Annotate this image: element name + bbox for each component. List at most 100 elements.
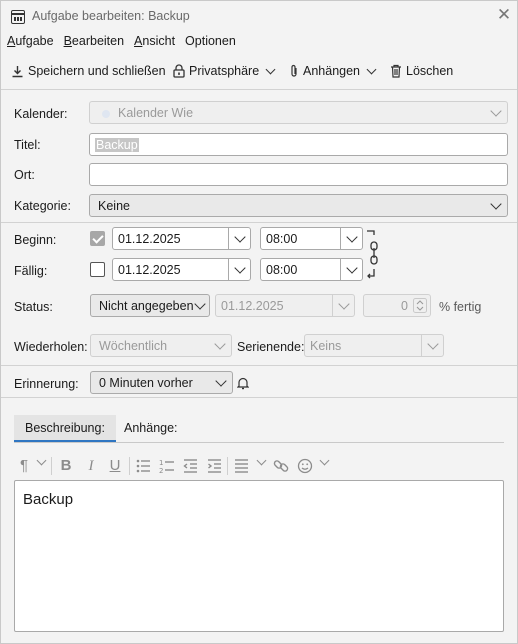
start-label: Beginn: bbox=[14, 233, 57, 247]
spinner-arrows-icon bbox=[413, 298, 427, 313]
tab-description[interactable]: Beschreibung: bbox=[14, 415, 116, 442]
repeat-label: Wiederholen: bbox=[14, 340, 88, 354]
menu-aufgabe[interactable]: Aufgabe bbox=[7, 34, 54, 52]
chevron-down-icon bbox=[421, 335, 443, 356]
paperclip-icon bbox=[291, 64, 297, 77]
title-value: Backup bbox=[95, 138, 139, 152]
menu-ansicht[interactable]: Ansicht bbox=[134, 34, 175, 52]
percent-complete-value: 0 bbox=[401, 299, 408, 313]
series-end-value: Keins bbox=[310, 339, 342, 353]
start-date-field[interactable]: 01.12.2025 bbox=[112, 227, 251, 250]
percent-complete-field: 0 bbox=[363, 294, 431, 317]
start-time-value: 08:00 bbox=[266, 232, 298, 246]
toolbar-separator bbox=[51, 457, 52, 475]
chevron-down-icon bbox=[189, 295, 211, 316]
align-icon[interactable] bbox=[234, 459, 249, 473]
chevron-down-icon[interactable] bbox=[228, 228, 250, 249]
repeat-value: Wöchentlich bbox=[99, 339, 168, 353]
task-edit-window: Aufgabe bearbeiten: Backup ✕ Aufgabe Bea… bbox=[0, 0, 518, 644]
outdent-icon[interactable] bbox=[183, 459, 198, 473]
close-icon[interactable]: ✕ bbox=[495, 6, 513, 24]
status-select[interactable]: Nicht angegeben bbox=[90, 294, 210, 317]
chevron-down-icon bbox=[36, 455, 47, 466]
percent-suffix-label: % fertig bbox=[439, 300, 482, 314]
bullet-list-icon[interactable] bbox=[136, 459, 151, 473]
tab-description-label: Beschreibung: bbox=[25, 421, 105, 435]
reminder-value: 0 Minuten vorher bbox=[99, 376, 193, 390]
menu-bearbeiten[interactable]: Bearbeiten bbox=[64, 34, 124, 52]
delete-button[interactable]: Löschen bbox=[390, 61, 453, 81]
due-time-field[interactable]: 08:00 bbox=[260, 258, 363, 281]
privacy-button[interactable]: Privatsphäre bbox=[173, 61, 276, 81]
chevron-down-icon bbox=[209, 335, 231, 356]
svg-text:2: 2 bbox=[159, 467, 163, 474]
numbered-list-icon[interactable]: 1 2 bbox=[159, 458, 175, 474]
bell-icon bbox=[237, 377, 249, 390]
tab-underline bbox=[14, 442, 504, 443]
series-end-label: Serienende: bbox=[237, 340, 305, 354]
status-value: Nicht angegeben bbox=[99, 299, 194, 313]
title-bar: Aufgabe bearbeiten: Backup ✕ bbox=[1, 1, 517, 33]
emoji-icon[interactable] bbox=[297, 458, 313, 474]
tab-attachments[interactable]: Anhänge: bbox=[113, 415, 189, 442]
chevron-down-icon bbox=[319, 455, 330, 466]
indent-icon[interactable] bbox=[207, 459, 222, 473]
location-input[interactable] bbox=[89, 163, 508, 186]
title-label: Titel: bbox=[14, 138, 41, 152]
menu-bar: Aufgabe Bearbeiten Ansicht Optionen bbox=[7, 34, 236, 52]
due-time-value: 08:00 bbox=[266, 263, 298, 277]
menu-optionen[interactable]: Optionen bbox=[185, 34, 236, 52]
delete-label: Löschen bbox=[406, 64, 454, 78]
calendar-color-dot bbox=[102, 110, 110, 118]
due-label: Fällig: bbox=[14, 264, 48, 278]
insert-link-icon[interactable] bbox=[273, 458, 289, 474]
description-text: Backup bbox=[23, 491, 74, 508]
start-date-value: 01.12.2025 bbox=[118, 232, 181, 246]
status-date-value: 01.12.2025 bbox=[221, 299, 284, 313]
calendar-value: Kalender Wie bbox=[118, 106, 194, 120]
repeat-divider bbox=[1, 365, 517, 366]
chevron-down-icon bbox=[332, 295, 354, 316]
status-label: Status: bbox=[14, 300, 53, 314]
location-label: Ort: bbox=[14, 168, 35, 182]
calendar-app-icon bbox=[11, 10, 25, 24]
calendar-select[interactable]: Kalender Wie bbox=[89, 101, 508, 124]
chevron-down-icon[interactable] bbox=[228, 259, 250, 280]
chevron-down-icon bbox=[366, 64, 377, 74]
chevron-down-icon bbox=[210, 372, 232, 393]
italic-icon[interactable]: I bbox=[84, 456, 98, 476]
attach-label: Anhängen bbox=[303, 64, 361, 78]
lock-icon bbox=[173, 64, 185, 78]
paragraph-format-icon[interactable]: ¶ bbox=[17, 456, 31, 476]
save-and-close-button[interactable]: Speichern und schließen bbox=[11, 61, 166, 81]
save-download-icon bbox=[12, 65, 23, 77]
chevron-down-icon[interactable] bbox=[340, 228, 362, 249]
trash-icon bbox=[391, 64, 401, 78]
due-date-field[interactable]: 01.12.2025 bbox=[112, 258, 251, 281]
start-time-field[interactable]: 08:00 bbox=[260, 227, 363, 250]
attach-button[interactable]: Anhängen bbox=[289, 61, 377, 81]
due-checkbox[interactable] bbox=[90, 262, 105, 277]
form-divider bbox=[1, 222, 517, 223]
repeat-select: Wöchentlich bbox=[90, 334, 232, 357]
toolbar-separator bbox=[129, 457, 130, 475]
due-date-value: 01.12.2025 bbox=[118, 263, 181, 277]
calendar-label: Kalender: bbox=[14, 107, 68, 121]
chevron-down-icon bbox=[485, 195, 507, 216]
chevron-down-icon[interactable] bbox=[340, 259, 362, 280]
chevron-down-icon bbox=[256, 455, 267, 466]
bold-icon[interactable]: B bbox=[59, 456, 73, 476]
toolbar-divider bbox=[1, 89, 517, 90]
window-title: Aufgabe bearbeiten: Backup bbox=[32, 9, 190, 23]
start-checkbox[interactable] bbox=[90, 231, 105, 246]
privacy-label: Privatsphäre bbox=[189, 64, 260, 78]
description-editor[interactable]: Backup bbox=[14, 480, 504, 632]
category-select[interactable]: Keine bbox=[89, 194, 508, 217]
link-icon[interactable] bbox=[366, 229, 380, 281]
toolbar-separator bbox=[227, 457, 228, 475]
chevron-down-icon bbox=[485, 102, 507, 123]
title-input[interactable]: Backup bbox=[89, 133, 508, 156]
reminder-select[interactable]: 0 Minuten vorher bbox=[90, 371, 233, 394]
underline-icon[interactable]: U bbox=[108, 456, 122, 476]
category-value: Keine bbox=[98, 199, 130, 213]
